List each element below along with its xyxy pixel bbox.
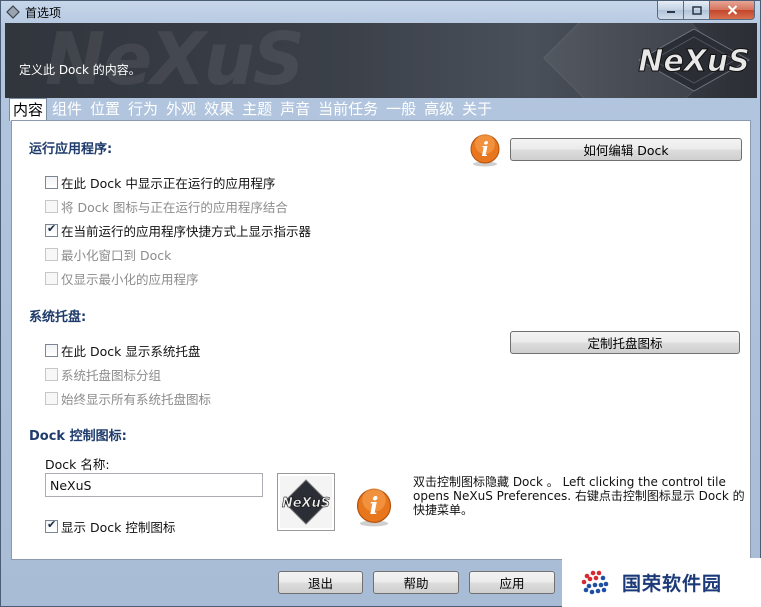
option-label: 系统托盘图标分组 bbox=[61, 368, 162, 383]
description-line: 双击控制图标隐藏 Dock 。 Left clicking the contro… bbox=[413, 475, 726, 489]
window-controls bbox=[657, 1, 755, 20]
svg-text:NeXuS: NeXuS bbox=[638, 44, 750, 79]
customize-tray-icons-button[interactable]: 定制托盘图标 bbox=[510, 331, 740, 354]
checkbox bbox=[45, 248, 58, 261]
option-combine-icons: 将 Dock 图标与正在运行的应用程序结合 bbox=[45, 197, 288, 216]
watermark-text: 国荣软件园 bbox=[622, 573, 723, 595]
site-watermark: 国荣软件园 bbox=[562, 558, 761, 607]
dock-control-description: 双击控制图标隐藏 Dock 。 Left clicking the contro… bbox=[413, 475, 748, 517]
tab-about[interactable]: 关于 bbox=[459, 98, 495, 120]
tab-themes[interactable]: 主题 bbox=[239, 98, 275, 120]
header-banner: NeXuS 定义此 Dock 的内容。 NeXuS bbox=[5, 23, 757, 98]
option-label: 显示 Dock 控制图标 bbox=[61, 520, 176, 535]
option-show-indicator[interactable]: 在当前运行的应用程序快捷方式上显示指示器 bbox=[45, 221, 311, 240]
option-label: 在当前运行的应用程序快捷方式上显示指示器 bbox=[61, 224, 312, 239]
banner-description: 定义此 Dock 的内容。 bbox=[19, 63, 141, 77]
diamond-app-icon bbox=[6, 5, 20, 19]
checkbox[interactable] bbox=[45, 344, 58, 357]
title-bar[interactable]: 首选项 bbox=[1, 1, 760, 23]
info-icon: i bbox=[470, 134, 500, 167]
window-title: 首选项 bbox=[25, 6, 62, 20]
tab-general[interactable]: 一般 bbox=[383, 98, 419, 120]
dock-name-label: Dock 名称: bbox=[45, 457, 110, 472]
svg-text:i: i bbox=[481, 137, 489, 161]
help-button[interactable]: 帮助 bbox=[373, 571, 459, 594]
option-label: 最小化窗口到 Dock bbox=[61, 248, 172, 263]
dock-control-tile[interactable]: NeXuS bbox=[277, 473, 335, 531]
minimize-button[interactable] bbox=[657, 1, 684, 20]
option-label: 始终显示所有系统托盘图标 bbox=[61, 392, 212, 407]
option-label: 在此 Dock 中显示正在运行的应用程序 bbox=[61, 176, 276, 191]
globe-logo-icon bbox=[580, 567, 610, 598]
option-always-show-tray-icons: 始终显示所有系统托盘图标 bbox=[45, 389, 211, 408]
tab-effects[interactable]: 效果 bbox=[201, 98, 237, 120]
close-button[interactable] bbox=[710, 1, 755, 20]
checkbox[interactable] bbox=[45, 222, 58, 237]
exit-button[interactable]: 退出 bbox=[278, 571, 363, 594]
option-label: 仅显示最小化的应用程序 bbox=[61, 272, 199, 287]
tab-advanced[interactable]: 高级 bbox=[421, 98, 457, 120]
checkbox[interactable] bbox=[45, 176, 58, 189]
dock-name-input[interactable]: NeXuS bbox=[45, 473, 263, 497]
how-to-edit-dock-button[interactable]: 如何编辑 Dock bbox=[510, 138, 742, 161]
option-group-tray-icons: 系统托盘图标分组 bbox=[45, 365, 161, 384]
apply-button[interactable]: 应用 bbox=[469, 571, 555, 594]
option-show-dock-control-icon[interactable]: 显示 Dock 控制图标 bbox=[45, 517, 175, 536]
checkbox[interactable] bbox=[45, 518, 58, 533]
section-title-dock-control: Dock 控制图标: bbox=[29, 429, 127, 444]
close-icon bbox=[727, 5, 737, 15]
option-show-running-apps[interactable]: 在此 Dock 中显示正在运行的应用程序 bbox=[45, 173, 275, 192]
checkbox bbox=[45, 368, 58, 381]
tab-sounds[interactable]: 声音 bbox=[277, 98, 313, 120]
nexus-logo-icon: NeXuS bbox=[638, 28, 750, 92]
option-label: 在此 Dock 显示系统托盘 bbox=[61, 344, 201, 359]
option-only-minimized: 仅显示最小化的应用程序 bbox=[45, 269, 199, 288]
checkbox bbox=[45, 200, 58, 213]
tab-content[interactable]: 内容 bbox=[9, 98, 48, 121]
option-minimize-to-dock: 最小化窗口到 Dock bbox=[45, 245, 171, 264]
content-panel: 运行应用程序: i 如何编辑 Dock 在此 Dock 中显示正在运行的应用程序… bbox=[11, 120, 751, 560]
checkbox bbox=[45, 392, 58, 405]
checkbox bbox=[45, 272, 58, 285]
tab-strip: 内容 组件 位置 行为 外观 效果 主题 声音 当前任务 一般 高级 关于 bbox=[9, 98, 497, 121]
tab-current-tasks[interactable]: 当前任务 bbox=[315, 98, 381, 120]
description-line: 快捷菜单。 bbox=[413, 503, 474, 517]
minimize-icon bbox=[666, 11, 675, 13]
option-label: 将 Dock 图标与正在运行的应用程序结合 bbox=[61, 200, 288, 215]
nexus-tile-icon: NeXuS bbox=[280, 476, 332, 528]
option-show-system-tray[interactable]: 在此 Dock 显示系统托盘 bbox=[45, 341, 200, 360]
tab-position[interactable]: 位置 bbox=[87, 98, 123, 120]
preferences-window: 首选项 NeXuS 定义此 Dock 的内容。 NeXuS 内容 组件 位置 行… bbox=[0, 0, 761, 607]
info-icon-large: i bbox=[356, 488, 392, 527]
tab-appearance[interactable]: 外观 bbox=[163, 98, 199, 120]
section-title-system-tray: 系统托盘: bbox=[29, 310, 87, 325]
maximize-button[interactable] bbox=[684, 1, 710, 20]
section-title-running-apps: 运行应用程序: bbox=[29, 142, 113, 157]
description-line: opens NeXuS Preferences. 右键点击控制图标显示 Dock… bbox=[413, 489, 745, 503]
maximize-icon bbox=[691, 5, 702, 15]
tab-behavior[interactable]: 行为 bbox=[125, 98, 161, 120]
svg-text:NeXuS: NeXuS bbox=[282, 496, 330, 511]
svg-text:i: i bbox=[370, 492, 379, 520]
tab-components[interactable]: 组件 bbox=[49, 98, 85, 120]
